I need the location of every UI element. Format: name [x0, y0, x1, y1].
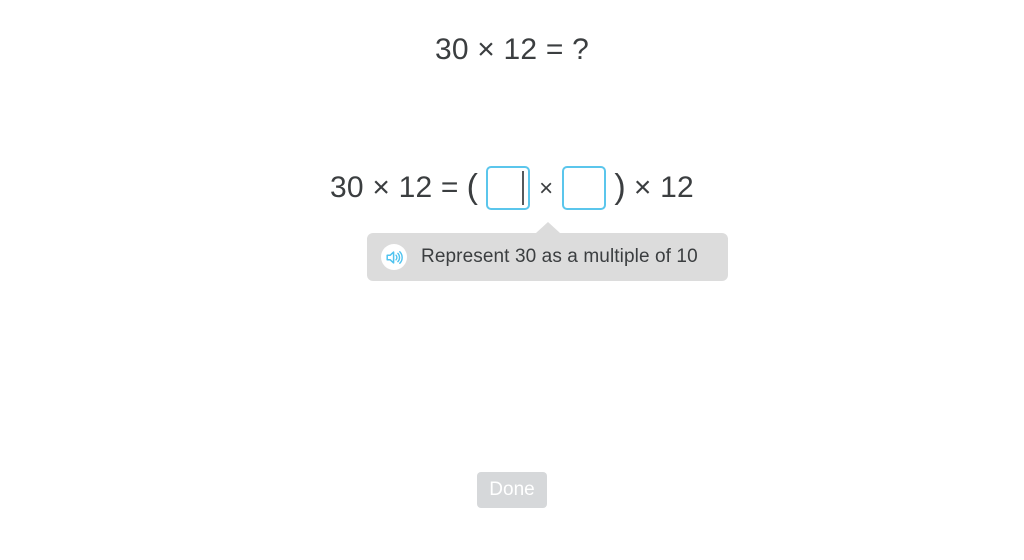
hint-callout: Represent 30 as a multiple of 10: [367, 222, 728, 281]
speaker-audio-icon[interactable]: [381, 244, 407, 270]
text-caret: [522, 171, 525, 205]
inner-multiplication-operator: ×: [539, 175, 554, 202]
callout-arrow: [536, 222, 560, 233]
open-paren: (: [466, 168, 479, 206]
close-paren: ): [614, 168, 626, 206]
equation-row: 30 × 12 = ( × ) × 12: [0, 165, 1024, 211]
blank-input-1[interactable]: [486, 166, 531, 210]
equation-trailing-factor: × 12: [633, 171, 694, 204]
blank-input-2[interactable]: [562, 166, 607, 210]
equation-left-hand-side: 30 × 12 =: [330, 171, 459, 204]
hint-text: Represent 30 as a multiple of 10: [421, 246, 698, 267]
done-button[interactable]: Done: [477, 472, 547, 508]
exercise-root: 30 × 12 = ? 30 × 12 = ( × ) × 12 Represe…: [0, 0, 1024, 560]
problem-title: 30 × 12 = ?: [434, 33, 589, 66]
